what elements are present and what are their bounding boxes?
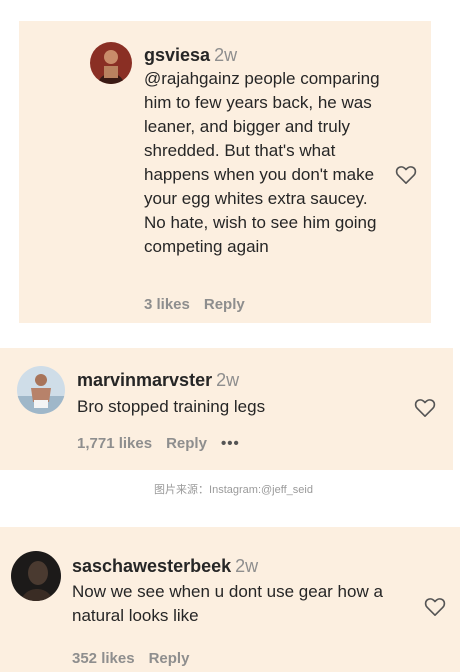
comment-text: @rajahgainz people comparing him to few … xyxy=(144,67,384,259)
comment-timestamp: 2w xyxy=(214,45,238,65)
comment-card-gsviesa: gsviesa 2w @rajahgainz people comparing h… xyxy=(19,21,431,323)
heart-outline-icon[interactable] xyxy=(395,165,417,185)
mention-link[interactable]: @rajahgainz xyxy=(144,69,240,88)
more-horizontal-icon[interactable]: ••• xyxy=(221,435,240,452)
comment-body: people comparing him to few years back, … xyxy=(144,69,380,256)
comment-card-saschawesterbeek: saschawesterbeek 2w Now we see when u don… xyxy=(0,527,460,672)
likes-count[interactable]: 1,771 likes xyxy=(77,435,152,452)
username-text[interactable]: gsviesa xyxy=(144,45,210,65)
reply-button[interactable]: Reply xyxy=(149,650,190,667)
username-text[interactable]: marvinmarvster xyxy=(77,370,212,390)
avatar[interactable] xyxy=(90,42,132,84)
heart-outline-icon[interactable] xyxy=(424,597,446,617)
avatar[interactable] xyxy=(17,366,65,414)
image-source-caption: 图片来源：Instagram:@jeff_seid xyxy=(154,484,313,496)
comment-card-marvinmarvster: marvinmarvster 2w Bro stopped training le… xyxy=(0,348,453,470)
comment-username[interactable]: gsviesa 2w xyxy=(144,45,237,66)
comment-actions: 1,771 likes Reply ••• xyxy=(77,435,254,452)
comment-timestamp: 2w xyxy=(216,370,240,390)
comment-text: Bro stopped training legs xyxy=(77,397,266,416)
comment-username[interactable]: marvinmarvster 2w xyxy=(77,370,239,391)
comment-username[interactable]: saschawesterbeek 2w xyxy=(72,556,258,577)
reply-button[interactable]: Reply xyxy=(166,435,207,452)
comment-text: Now we see when u dont use gear how a na… xyxy=(72,582,383,625)
comment-actions: 3 likes Reply xyxy=(144,296,259,313)
heart-outline-icon[interactable] xyxy=(414,398,436,418)
reply-button[interactable]: Reply xyxy=(204,296,245,313)
username-text[interactable]: saschawesterbeek xyxy=(72,556,231,576)
likes-count[interactable]: 352 likes xyxy=(72,650,135,667)
avatar[interactable] xyxy=(11,551,61,601)
comment-actions: 352 likes Reply xyxy=(72,650,203,667)
comment-timestamp: 2w xyxy=(235,556,259,576)
likes-count[interactable]: 3 likes xyxy=(144,296,190,313)
